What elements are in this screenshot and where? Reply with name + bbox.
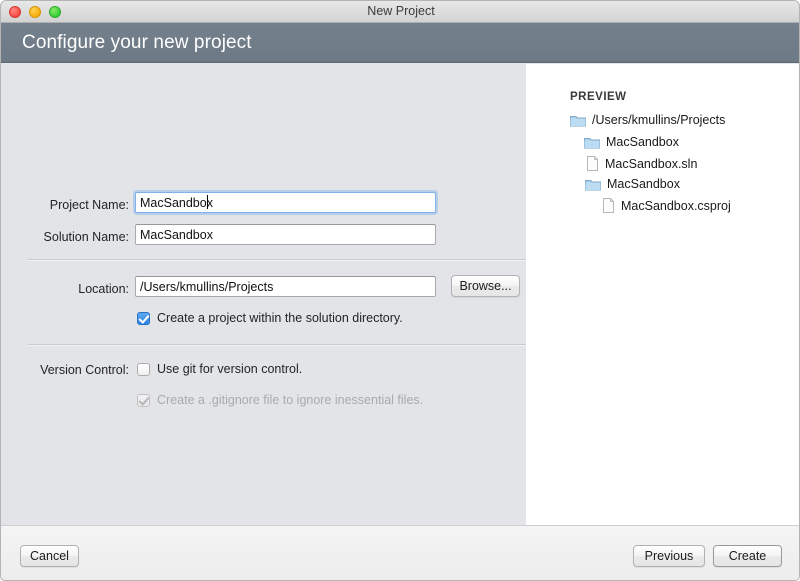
tree-item-label: MacSandbox.sln: [605, 156, 698, 171]
solution-directory-checkbox[interactable]: [137, 311, 150, 325]
project-name-label: Project Name:: [49, 198, 129, 212]
use-git-checkbox-label: Use git for version control.: [157, 362, 303, 376]
text-caret: [207, 195, 208, 209]
tree-item-label: MacSandbox: [607, 177, 680, 191]
folder-icon: [584, 137, 600, 148]
previous-button[interactable]: Previous: [633, 545, 705, 567]
use-git-checkbox-row[interactable]: Use git for version control.: [137, 362, 302, 376]
page-title: Configure your new project: [22, 32, 252, 53]
solution-name-input[interactable]: [135, 224, 436, 245]
check-icon: [138, 393, 150, 406]
solution-directory-checkbox-row[interactable]: Create a project within the solution dir…: [137, 311, 403, 325]
tree-item-label: MacSandbox: [606, 135, 679, 149]
dialog-header-banner: Configure your new project: [1, 23, 799, 63]
check-icon: [138, 311, 150, 324]
preview-heading: PREVIEW: [570, 91, 627, 103]
project-name-input[interactable]: [135, 192, 436, 213]
form-divider-2: [28, 344, 526, 346]
solution-directory-checkbox-label: Create a project within the solution dir…: [157, 311, 403, 325]
solution-name-label: Solution Name:: [43, 230, 129, 244]
tree-item-file[interactable]: MacSandbox.sln: [586, 156, 697, 171]
folder-icon: [585, 179, 601, 190]
tree-item-folder[interactable]: MacSandbox: [584, 135, 679, 149]
preview-pane: PREVIEW /Users/kmullins/Projects MacSand…: [526, 64, 799, 525]
location-input[interactable]: [135, 276, 436, 297]
create-button[interactable]: Create: [713, 545, 782, 567]
new-project-dialog: New Project Configure your new project P…: [0, 0, 800, 581]
dialog-footer: Cancel Previous Create: [1, 525, 799, 580]
configuration-form-pane: Project Name: Solution Name: Location: B…: [1, 64, 526, 525]
folder-icon: [570, 115, 586, 126]
window-title: New Project: [367, 4, 435, 18]
use-git-checkbox[interactable]: [137, 362, 150, 376]
gitignore-checkbox-label: Create a .gitignore file to ignore iness…: [157, 393, 424, 407]
browse-button[interactable]: Browse...: [451, 275, 520, 297]
version-control-label: Version Control:: [40, 363, 129, 377]
tree-item-file[interactable]: MacSandbox.csproj: [602, 198, 731, 213]
location-label: Location:: [78, 282, 129, 296]
tree-item-label: MacSandbox.csproj: [621, 198, 731, 213]
tree-item-root-folder[interactable]: /Users/kmullins/Projects: [570, 113, 725, 127]
tree-item-label: /Users/kmullins/Projects: [592, 113, 726, 127]
file-icon: [587, 156, 599, 171]
window-titlebar: New Project: [1, 1, 799, 23]
tree-item-folder[interactable]: MacSandbox: [585, 177, 680, 191]
gitignore-checkbox-row: Create a .gitignore file to ignore iness…: [137, 393, 423, 407]
gitignore-checkbox: [137, 393, 150, 407]
cancel-button[interactable]: Cancel: [20, 545, 79, 567]
file-icon: [603, 198, 615, 213]
form-divider-1: [28, 259, 526, 261]
